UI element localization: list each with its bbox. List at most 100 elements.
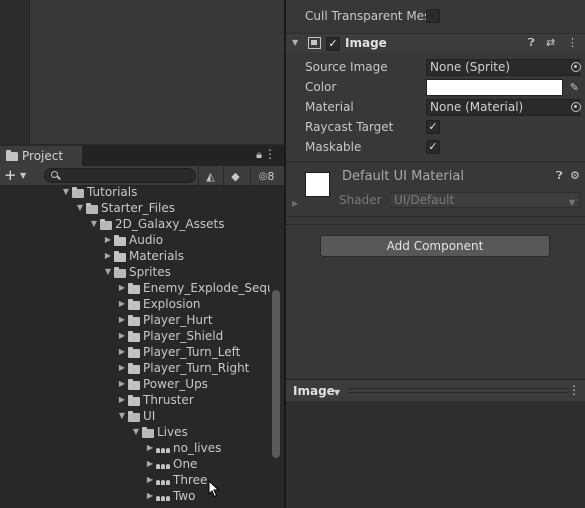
tree-item-label: Sprites: [129, 265, 171, 279]
collapsed-arrow-icon[interactable]: ▶: [116, 280, 128, 296]
hidden-packages-toggle[interactable]: ◎ 8: [250, 167, 282, 185]
component-enabled-checkbox[interactable]: ✓: [326, 37, 340, 51]
foldout-arrow-icon[interactable]: ▼: [292, 38, 298, 47]
tree-sprite-item[interactable]: ▶ One: [144, 456, 198, 472]
tree-item-label: Tutorials: [87, 186, 138, 199]
object-picker-icon[interactable]: [571, 62, 581, 72]
tree-folder-item[interactable]: ▼ Lives: [130, 424, 188, 440]
source-image-field[interactable]: None (Sprite): [426, 58, 580, 76]
tree-folder-item[interactable]: ▼ 2D_Galaxy_Assets: [88, 216, 225, 232]
tree-folder-item[interactable]: ▶ Player_Hurt: [116, 312, 213, 328]
collapsed-arrow-icon[interactable]: ▶: [116, 360, 128, 376]
expanded-arrow-icon[interactable]: ▼: [60, 186, 72, 200]
foldout-arrow-icon[interactable]: ▶: [292, 199, 298, 208]
tree-folder-item[interactable]: ▼ Tutorials: [60, 186, 137, 200]
help-icon[interactable]: ❓︎: [528, 36, 535, 50]
shader-label: Shader: [339, 193, 382, 207]
folder-icon: [128, 378, 140, 390]
tree-item-label: 2D_Galaxy_Assets: [115, 217, 225, 231]
shader-dropdown: UI/Default ▼: [390, 192, 580, 208]
more-options-icon[interactable]: ⋮: [568, 383, 580, 397]
image-component-icon: [308, 37, 321, 49]
collapsed-arrow-icon[interactable]: ▶: [116, 376, 128, 392]
chevron-down-icon: ▼: [568, 198, 575, 207]
expanded-arrow-icon[interactable]: ▼: [116, 408, 128, 424]
search-icon: [51, 171, 58, 178]
gear-icon[interactable]: ⚙: [570, 169, 580, 182]
cull-transparent-row: Cull Transparent Mes: [286, 6, 585, 26]
cull-transparent-label: Cull Transparent Mes: [305, 9, 431, 23]
expanded-arrow-icon[interactable]: ▼: [130, 424, 142, 440]
tree-scrollbar[interactable]: [272, 290, 280, 458]
tree-folder-item[interactable]: ▶ Player_Turn_Left: [116, 344, 240, 360]
tree-folder-item[interactable]: ▼ Starter_Files: [74, 200, 175, 216]
material-field[interactable]: None (Material): [426, 98, 580, 116]
left-panel: Project 🔒︎ ⋮ + ▼ ◭ ◆ ◎ 8 ▼ Tutorials ▼ Star…: [0, 0, 284, 508]
tree-folder-item[interactable]: ▶ Materials: [102, 248, 184, 264]
collapsed-arrow-icon[interactable]: ▶: [144, 456, 156, 472]
more-options-icon[interactable]: ⋮: [567, 36, 578, 49]
help-icon[interactable]: ❓︎: [556, 169, 563, 183]
search-by-label-button[interactable]: ◆: [223, 167, 247, 185]
collapsed-arrow-icon[interactable]: ▶: [116, 328, 128, 344]
tree-item-label: Explosion: [143, 297, 201, 311]
scene-view[interactable]: [0, 0, 284, 144]
tree-item-label: Audio: [129, 233, 164, 247]
color-field[interactable]: [426, 78, 563, 96]
chevron-down-icon[interactable]: ▼: [334, 388, 340, 397]
collapsed-arrow-icon[interactable]: ▶: [102, 232, 114, 248]
collapsed-arrow-icon[interactable]: ▶: [144, 440, 156, 456]
expanded-arrow-icon[interactable]: ▼: [74, 200, 86, 216]
collapsed-arrow-icon[interactable]: ▶: [144, 472, 156, 488]
raycast-target-row: Raycast Target ✓: [286, 117, 585, 137]
preview-resize-handle[interactable]: [348, 388, 568, 393]
tree-folder-item[interactable]: ▶ Power_Ups: [116, 376, 208, 392]
search-by-type-button[interactable]: ◭: [198, 167, 222, 185]
collapsed-arrow-icon[interactable]: ▶: [102, 248, 114, 264]
tree-sprite-item[interactable]: ▶ Two: [144, 488, 196, 504]
project-tab-bar: Project 🔒︎ ⋮: [0, 146, 284, 166]
collapsed-arrow-icon[interactable]: ▶: [116, 392, 128, 408]
tree-sprite-item[interactable]: ▶ Three: [144, 472, 207, 488]
tree-folder-item[interactable]: ▼ Sprites: [102, 264, 171, 280]
eyedropper-icon[interactable]: ✎: [570, 81, 579, 94]
search-input[interactable]: [44, 168, 196, 183]
more-options-icon[interactable]: ⋮: [264, 147, 276, 161]
tree-folder-item[interactable]: ▶ Player_Shield: [116, 328, 223, 344]
cull-transparent-checkbox[interactable]: [426, 9, 440, 23]
folder-open-icon: [72, 186, 84, 198]
preview-header[interactable]: Image ▼ ⋮: [286, 379, 585, 401]
tab-project[interactable]: Project: [0, 146, 82, 166]
collapsed-arrow-icon[interactable]: ▶: [116, 296, 128, 312]
create-plus-button[interactable]: +: [4, 168, 17, 183]
tree-item-label: Player_Turn_Left: [143, 345, 241, 359]
tree-folder-item[interactable]: ▶ Thruster: [116, 392, 194, 408]
expanded-arrow-icon[interactable]: ▼: [88, 216, 100, 232]
tree-sprite-item[interactable]: ▶ no_lives: [144, 440, 221, 456]
tree-folder-item[interactable]: ▶ Player_Turn_Right: [116, 360, 249, 376]
image-component-header[interactable]: ▼ ✓ Image ❓︎ ⇄ ⋮: [286, 33, 585, 53]
tree-folder-item[interactable]: ▶ Audio: [102, 232, 163, 248]
lock-icon[interactable]: 🔒︎: [256, 148, 262, 162]
chevron-down-icon[interactable]: ▼: [20, 171, 26, 180]
color-row: Color ✎: [286, 77, 585, 97]
expanded-arrow-icon[interactable]: ▼: [102, 264, 114, 280]
source-image-row: Source Image None (Sprite): [286, 57, 585, 77]
folder-open-icon: [100, 218, 112, 230]
raycast-target-checkbox[interactable]: ✓: [426, 120, 440, 134]
collapsed-arrow-icon[interactable]: ▶: [144, 488, 156, 504]
folder-open-icon: [114, 266, 126, 278]
tree-item-label: no_lives: [173, 441, 222, 455]
tree-item-label: One: [173, 457, 198, 471]
add-component-button[interactable]: Add Component: [320, 235, 550, 257]
maskable-checkbox[interactable]: ✓: [426, 140, 440, 154]
tree-folder-item[interactable]: ▼ UI: [116, 408, 155, 424]
tree-folder-item[interactable]: ▶ Explosion: [116, 296, 201, 312]
presets-icon[interactable]: ⇄: [546, 36, 555, 49]
preview-area: [286, 401, 585, 508]
collapsed-arrow-icon[interactable]: ▶: [116, 344, 128, 360]
tree-folder-item[interactable]: ▶ Enemy_Explode_Seque: [116, 280, 270, 296]
collapsed-arrow-icon[interactable]: ▶: [116, 312, 128, 328]
object-picker-icon[interactable]: [571, 102, 581, 112]
folder-icon: [114, 250, 126, 262]
